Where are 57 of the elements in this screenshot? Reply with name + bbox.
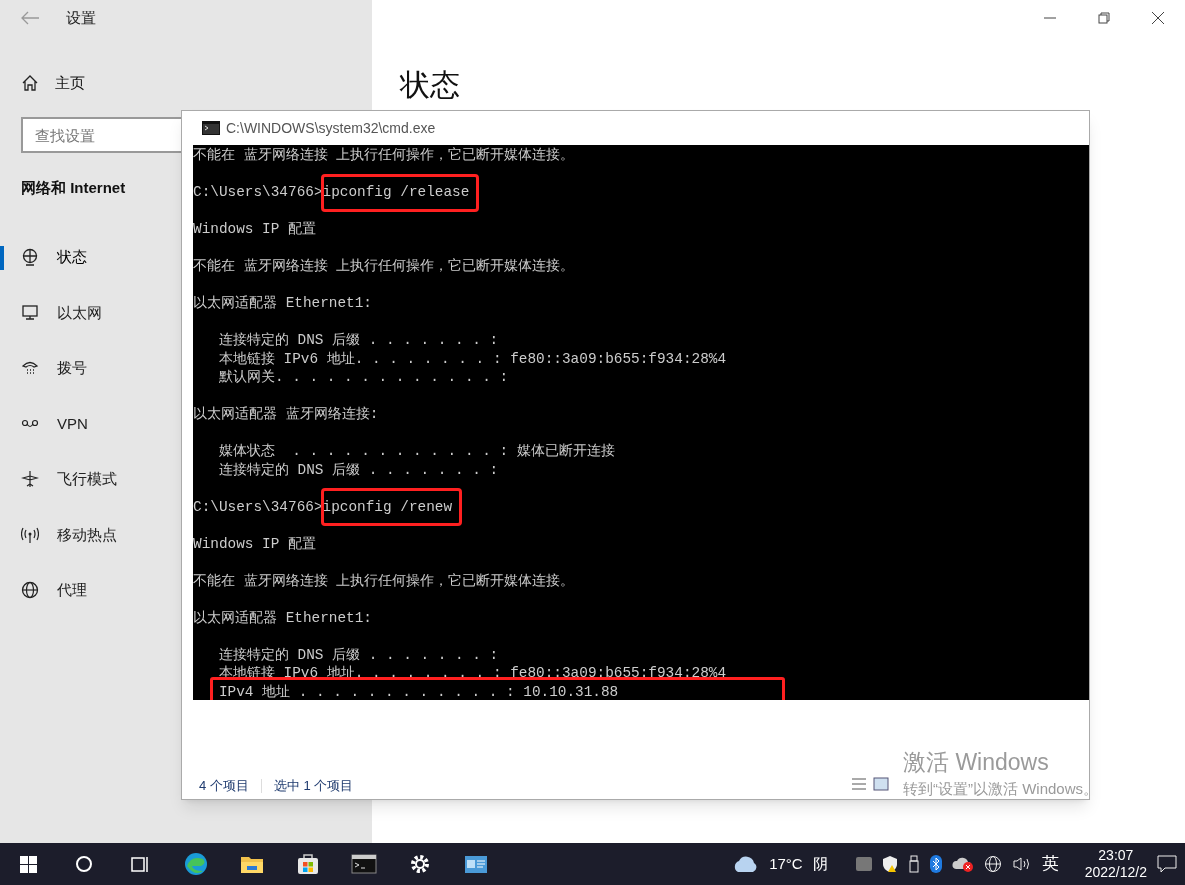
page-title: 状态 [400,67,460,103]
globe-icon [21,581,39,600]
weather-condition[interactable]: 阴 [812,852,828,876]
network-error-icon[interactable] [951,856,974,872]
console-line: Windows IP 配置 [193,220,317,239]
console-line: 连接特定的 DNS 后缀 . . . . . . . : [217,645,500,664]
globe-monitor-icon [21,248,39,267]
restore-icon[interactable] [1098,12,1110,24]
nav-item[interactable]: 以太网 [0,285,170,341]
globe-icon[interactable] [983,855,1002,873]
thumbnail-view-icon[interactable] [873,777,889,791]
browser-icon[interactable] [183,851,209,877]
activation-hint: 转到“设置”以激活 Windows。 [903,779,1098,799]
bluetooth-icon[interactable] [929,855,942,873]
console-line: 本地链接 IPv6 地址. . . . . . . . : fe80::3a09:b655:f934:28%4 [217,349,728,368]
console-line: 以太网适配器 Ethernet1: [193,294,373,313]
vm-icon[interactable] [855,857,872,871]
shield-icon[interactable] [881,855,898,873]
console-line: Windows IP 配置 [193,534,317,553]
home-icon [21,74,39,92]
nav-item[interactable]: 拨号 [0,340,170,396]
airplane-icon [21,470,39,489]
terminal-icon[interactable] [351,851,377,877]
window-title: 设置 [66,7,96,28]
console-line: 不能在 蓝牙网络连接 上执行任何操作，它已断开媒体连接。 [193,257,576,276]
console-line: 默认网关. . . . . . . . . . . . . : [217,368,510,387]
console-line: 不能在 蓝牙网络连接 上执行任何操作，它已断开媒体连接。 [193,571,576,590]
clock[interactable]: 23:07 2022/12/2 [1084,847,1147,881]
hotspot-icon [21,525,39,544]
console-line: 不能在 蓝牙网络连接 上执行任何操作，它已断开媒体连接。 [193,146,576,165]
console-line: 媒体状态 . . . . . . . . . . . . : 媒体已断开连接 [217,442,616,461]
item-count: 4 个项目 [199,777,249,795]
store-icon[interactable] [295,851,321,877]
console-line: 连接特定的 DNS 后缀 . . . . . . . : [217,331,500,350]
console-line: 连接特定的 DNS 后缀 . . . . . . . : [217,460,500,479]
selection-count: 选中 1 个项目 [273,777,354,795]
section-heading: 网络和 Internet [21,178,126,198]
nav-item[interactable]: 移动热点 [0,507,170,563]
nav-item[interactable]: 状态 [0,229,170,285]
temperature[interactable]: 17°C [769,852,803,876]
console-title: C:\WINDOWS\system32\cmd.exe [226,118,436,138]
speaker-icon[interactable] [1011,856,1032,872]
activation-title: 激活 Windows [903,748,1050,776]
search-field[interactable]: 查找设置 [21,117,181,153]
nav-item[interactable]: 飞行模式 [0,451,170,507]
console-app-icon [202,121,220,135]
console-line: IPv4 地址 . . . . . . . . . . . . : 10.10.31.88 [217,682,620,700]
home-nav-item[interactable]: 主页 [21,64,372,102]
nav-item[interactable]: VPN [0,396,170,452]
console-line: 以太网适配器 蓝牙网络连接: [193,405,380,424]
close-icon[interactable] [1152,12,1164,24]
monitor-icon [21,303,39,322]
nav-item[interactable]: 代理 [0,562,170,618]
console-line: 以太网适配器 Ethernet1: [193,608,373,627]
notification-icon[interactable] [1157,855,1177,873]
input-method-indicator[interactable]: 英 [1041,851,1059,877]
usb-drive-icon[interactable] [907,855,920,873]
